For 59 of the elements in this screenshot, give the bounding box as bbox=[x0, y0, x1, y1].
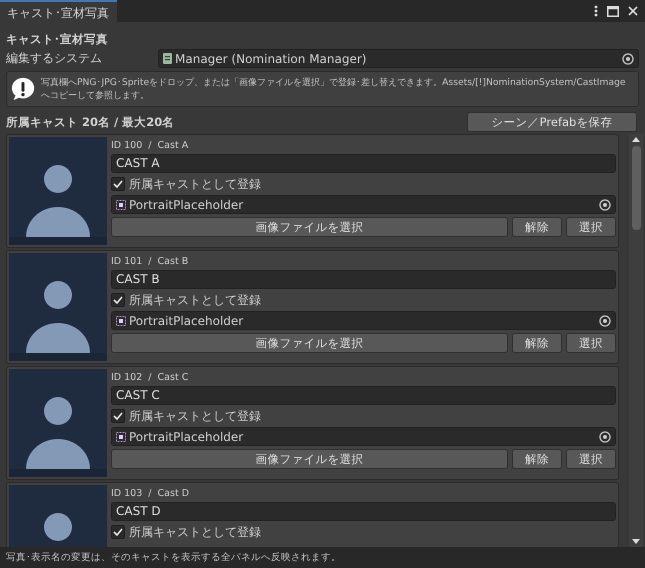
object-field[interactable]: Manager (Nomination Manager) bbox=[158, 49, 639, 68]
section-heading: キャスト･宣材写真 bbox=[6, 32, 109, 48]
sprite-icon bbox=[116, 316, 126, 326]
cast-id-label: ID 103 / Cast D bbox=[111, 487, 190, 500]
select-button[interactable]: 選択 bbox=[566, 333, 616, 353]
warning-icon bbox=[11, 75, 35, 103]
status-bar: 写真･表示名の変更は、そのキャストを表示する全パネルへ反映されます。 bbox=[0, 547, 645, 568]
target-icon bbox=[599, 430, 611, 442]
close-icon bbox=[628, 6, 638, 16]
window-tab[interactable]: キャスト･宣材写真 bbox=[0, 0, 117, 22]
avatar-icon bbox=[9, 253, 107, 361]
cast-id-label: ID 102 / Cast C bbox=[111, 371, 190, 384]
select-button[interactable]: 選択 bbox=[566, 217, 616, 237]
script-icon bbox=[163, 53, 172, 64]
scroll-thumb[interactable] bbox=[632, 146, 640, 230]
scroll-up-icon bbox=[632, 137, 640, 142]
choose-image-button[interactable]: 画像ファイルを選択 bbox=[111, 217, 508, 237]
sprite-icon bbox=[116, 432, 126, 442]
target-icon bbox=[622, 52, 634, 64]
choose-image-button[interactable]: 画像ファイルを選択 bbox=[111, 449, 508, 469]
maximize-icon bbox=[607, 6, 619, 16]
choose-image-button[interactable]: 画像ファイルを選択 bbox=[111, 333, 508, 353]
check-icon bbox=[113, 296, 123, 304]
field-label: 編集するシステム bbox=[6, 50, 103, 67]
avatar-icon bbox=[9, 137, 107, 245]
check-icon bbox=[113, 180, 123, 188]
clear-button[interactable]: 解除 bbox=[512, 449, 562, 469]
sprite-field[interactable]: PortraitPlaceholder bbox=[111, 427, 616, 446]
cast-id-label: ID 100 / Cast A bbox=[111, 139, 190, 152]
checkbox[interactable] bbox=[111, 293, 125, 307]
scrollbar[interactable] bbox=[629, 134, 643, 547]
check-icon bbox=[113, 528, 123, 536]
checkbox[interactable] bbox=[111, 177, 125, 191]
sprite-field[interactable]: PortraitPlaceholder bbox=[111, 311, 616, 330]
avatar-icon bbox=[9, 369, 107, 477]
help-text: 写真欄へPNG･JPG･Spriteをドロップ、または「画像ファイルを選択」で登録･差し替えできます。Assets/[!]NominationSystem/CastImageへコピーして参照します。 bbox=[40, 76, 627, 102]
name-field[interactable]: CAST B bbox=[111, 270, 616, 289]
cast-count: 所属キャスト 20名 / 最大20名 bbox=[6, 114, 174, 130]
checkbox[interactable] bbox=[111, 525, 125, 539]
target-icon bbox=[599, 314, 611, 326]
target-icon bbox=[599, 198, 611, 210]
clear-button[interactable]: 解除 bbox=[512, 217, 562, 237]
name-field[interactable]: CAST C bbox=[111, 386, 616, 405]
checkbox-label: 所属キャストとして登録 bbox=[129, 524, 261, 540]
checkbox-label: 所属キャストとして登録 bbox=[129, 408, 261, 424]
checkbox-label: 所属キャストとして登録 bbox=[129, 292, 261, 308]
name-field[interactable]: CAST A bbox=[111, 154, 616, 173]
checkbox-label: 所属キャストとして登録 bbox=[129, 176, 261, 192]
scroll-down-icon bbox=[632, 539, 640, 544]
sprite-field[interactable]: PortraitPlaceholder bbox=[111, 195, 616, 214]
name-field[interactable]: CAST D bbox=[111, 502, 616, 521]
checkbox[interactable] bbox=[111, 409, 125, 423]
more-icon bbox=[594, 5, 598, 17]
sprite-icon bbox=[116, 200, 126, 210]
save-button[interactable]: シーン／Prefabを保存 bbox=[467, 112, 637, 132]
select-button[interactable]: 選択 bbox=[566, 449, 616, 469]
check-icon bbox=[113, 412, 123, 420]
cast-id-label: ID 101 / Cast B bbox=[111, 255, 190, 268]
clear-button[interactable]: 解除 bbox=[512, 333, 562, 353]
